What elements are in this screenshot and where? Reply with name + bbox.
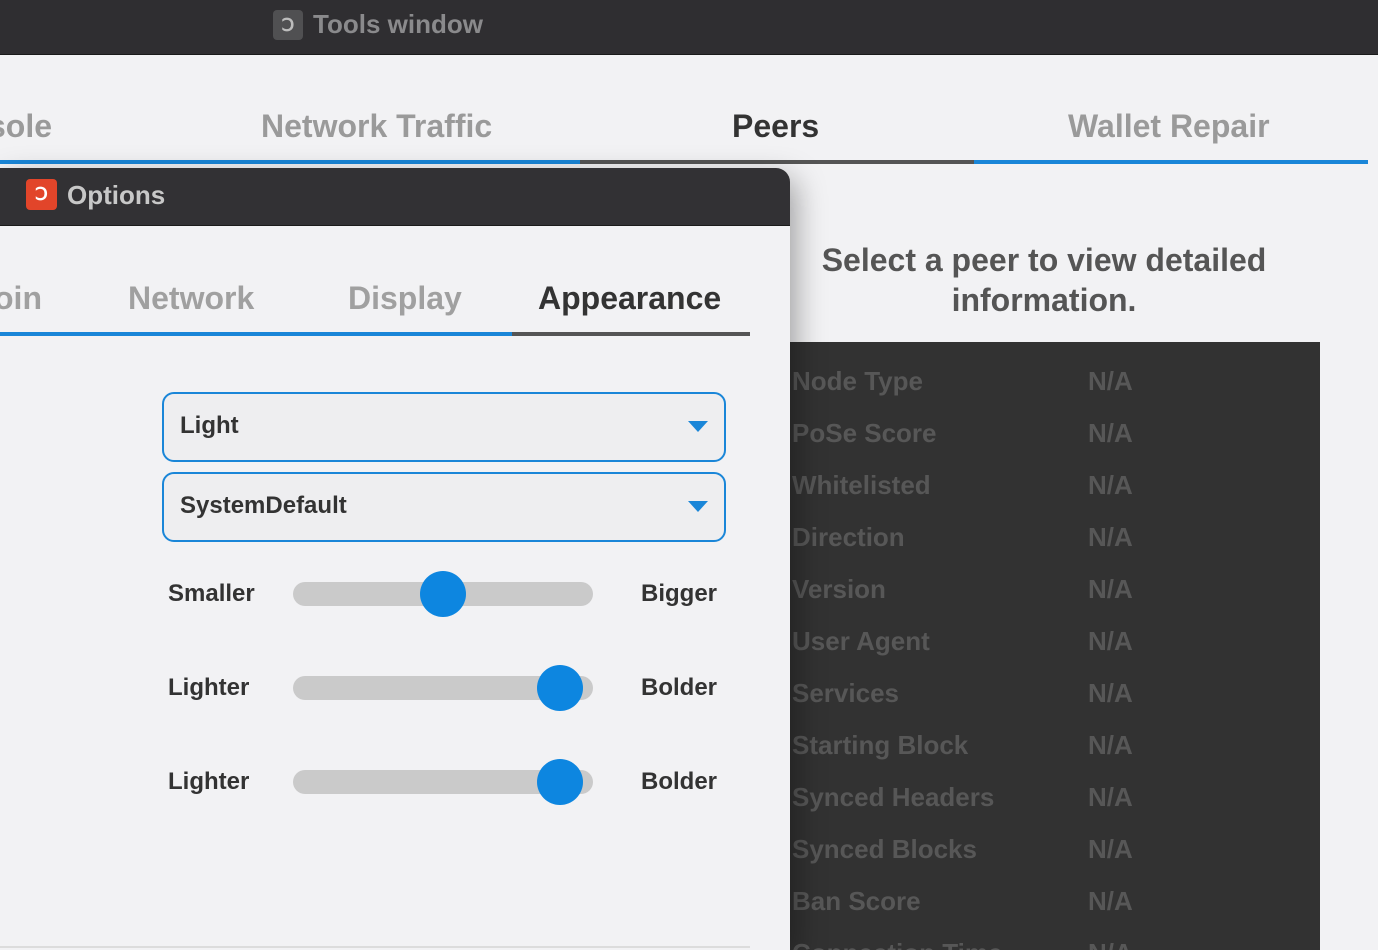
font-weight-bold-min-label: Lighter <box>168 768 250 795</box>
peer-detail-label: PoSe Score <box>792 418 937 448</box>
peer-detail-label: Connection Time <box>792 938 1002 950</box>
theme-select-value: Light <box>180 412 239 439</box>
slider-thumb[interactable] <box>420 571 466 617</box>
active-tab-underline <box>580 160 974 164</box>
font-weight-normal-min-label: Lighter <box>168 674 250 701</box>
font-family-select-value: SystemDefault <box>180 492 347 519</box>
chevron-down-icon <box>688 501 708 512</box>
peer-detail-row: Synced Headers N/A <box>790 782 1320 822</box>
peer-detail-row: Services N/A <box>790 678 1320 718</box>
options-window: Ↄ Options oin Network Display Appearance… <box>0 168 790 950</box>
peer-detail-row: Whitelisted N/A <box>790 470 1320 510</box>
font-scale-max-label: Bigger <box>641 580 718 607</box>
peer-detail-value: N/A <box>1088 834 1133 864</box>
chevron-down-icon <box>688 421 708 432</box>
options-window-titlebar[interactable]: Ↄ Options <box>0 168 790 226</box>
font-family-select[interactable]: SystemDefault <box>162 472 726 542</box>
peer-detail-label: Synced Headers <box>792 782 995 812</box>
theme-select[interactable]: Light <box>162 392 726 462</box>
peer-select-message: Select a peer to view detailed informati… <box>821 242 1267 318</box>
tab-console[interactable]: sole <box>0 108 52 145</box>
peer-detail-label: Version <box>792 574 886 604</box>
peer-detail-value: N/A <box>1088 782 1133 812</box>
peer-detail-row: Direction N/A <box>790 522 1320 562</box>
peer-detail-value: N/A <box>1088 678 1133 708</box>
font-scale-slider[interactable] <box>293 571 593 617</box>
peer-detail-label: Direction <box>792 522 905 552</box>
peer-details-table: Node Type N/A PoSe Score N/A Whitelisted… <box>790 342 1320 950</box>
font-weight-normal-max-label: Bolder <box>641 674 718 701</box>
tools-window-titlebar: Ↄ Tools window <box>0 0 1378 55</box>
tab-peers[interactable]: Peers <box>732 108 819 145</box>
peer-detail-label: Node Type <box>792 366 923 396</box>
tab-underline <box>974 160 1368 164</box>
peer-detail-value: N/A <box>1088 470 1133 500</box>
tab-underline <box>0 332 512 336</box>
peer-detail-label: Whitelisted <box>792 470 931 500</box>
peer-detail-row: Ban Score N/A <box>790 886 1320 926</box>
tab-display[interactable]: Display <box>348 280 462 317</box>
peer-detail-row: Version N/A <box>790 574 1320 614</box>
tab-network-traffic[interactable]: Network Traffic <box>261 108 492 145</box>
font-weight-bold-max-label: Bolder <box>641 768 718 795</box>
peer-detail-row: User Agent N/A <box>790 626 1320 666</box>
dash-logo-icon: Ↄ <box>26 179 57 210</box>
dash-logo-icon: Ↄ <box>273 10 303 40</box>
peer-detail-value: N/A <box>1088 574 1133 604</box>
slider-thumb[interactable] <box>537 665 583 711</box>
peer-detail-value: N/A <box>1088 366 1133 396</box>
tab-underline <box>0 160 580 164</box>
peer-detail-label: Synced Blocks <box>792 834 977 864</box>
peer-detail-row: Starting Block N/A <box>790 730 1320 770</box>
peer-detail-value: N/A <box>1088 938 1133 950</box>
active-tab-underline <box>512 332 750 336</box>
divider <box>0 946 750 948</box>
peer-detail-label: User Agent <box>792 626 930 656</box>
peer-detail-row: Connection Time N/A <box>790 938 1320 950</box>
tab-appearance[interactable]: Appearance <box>538 280 721 317</box>
font-weight-normal-slider[interactable] <box>293 665 593 711</box>
peer-detail-value: N/A <box>1088 626 1133 656</box>
peer-detail-label: Services <box>792 678 899 708</box>
peer-detail-row: Node Type N/A <box>790 366 1320 406</box>
tab-main[interactable]: oin <box>0 280 42 317</box>
peer-detail-value: N/A <box>1088 886 1133 916</box>
peer-detail-label: Ban Score <box>792 886 921 916</box>
tab-network[interactable]: Network <box>128 280 254 317</box>
peer-detail-label: Starting Block <box>792 730 969 760</box>
peer-detail-row: PoSe Score N/A <box>790 418 1320 458</box>
font-weight-bold-slider[interactable] <box>293 759 593 805</box>
peer-detail-value: N/A <box>1088 418 1133 448</box>
slider-thumb[interactable] <box>537 759 583 805</box>
peer-detail-value: N/A <box>1088 522 1133 552</box>
peer-detail-row: Synced Blocks N/A <box>790 834 1320 874</box>
tab-wallet-repair[interactable]: Wallet Repair <box>1068 108 1270 145</box>
options-window-title: Options <box>67 180 166 210</box>
peer-detail-value: N/A <box>1088 730 1133 760</box>
tools-window-title: Tools window <box>313 9 483 39</box>
font-scale-min-label: Smaller <box>168 580 255 607</box>
